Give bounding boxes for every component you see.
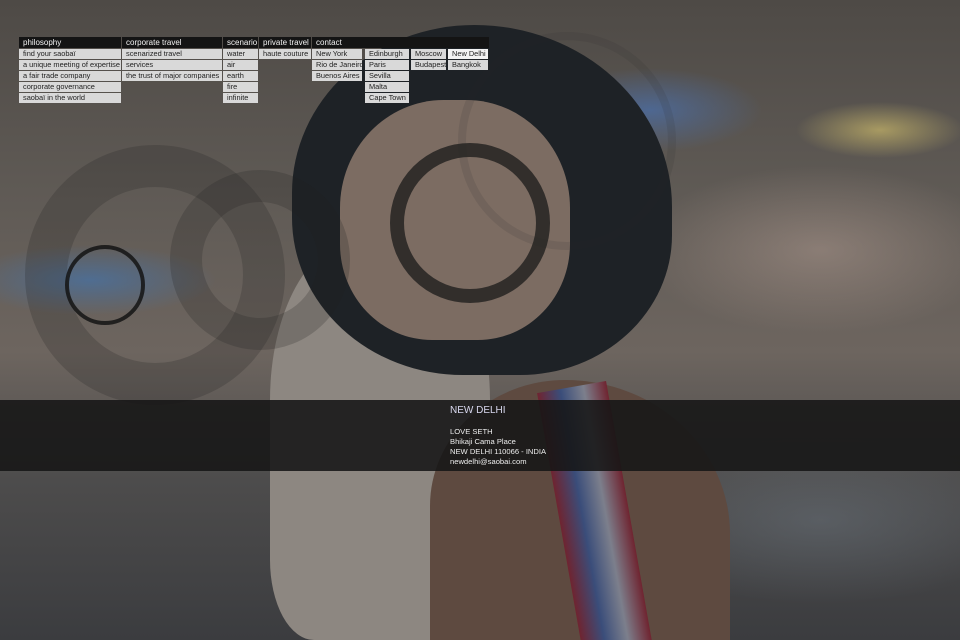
- menu-item-buenos-aires[interactable]: Buenos Aires: [312, 71, 362, 81]
- menu-header-scenario[interactable]: scenario: [223, 37, 258, 48]
- decorative-ring-small-left: [65, 245, 145, 325]
- menu-item-new-york[interactable]: New York: [312, 49, 362, 59]
- menu-item-find-your-saobai[interactable]: find your saobaï: [19, 49, 121, 59]
- menu-item-water[interactable]: water: [223, 49, 258, 59]
- menu-item-unique-meeting[interactable]: a unique meeting of expertise: [19, 60, 121, 70]
- menu-item-earth[interactable]: earth: [223, 71, 258, 81]
- menu-item-new-delhi[interactable]: New Delhi: [448, 49, 488, 59]
- contact-cities-column-4: New Delhi Bangkok: [448, 49, 488, 70]
- menu-item-budapest[interactable]: Budapest: [411, 60, 446, 70]
- contact-cities-column-2: Edinburgh Paris Sevilla Malta Cape Town: [365, 49, 409, 103]
- menu-item-sevilla[interactable]: Sevilla: [365, 71, 409, 81]
- menu-item-fair-trade[interactable]: a fair trade company: [19, 71, 121, 81]
- menu-item-services[interactable]: services: [122, 60, 222, 70]
- menu-item-fire[interactable]: fire: [223, 82, 258, 92]
- menu-header-private-travel[interactable]: private travel: [259, 37, 311, 48]
- menu-column-philosophy: philosophy find your saobaï a unique mee…: [19, 37, 121, 103]
- menu-item-haute-couture[interactable]: haute couture: [259, 49, 311, 59]
- contact-cities-column-1: New York Rio de Janeiro Buenos Aires: [312, 49, 364, 81]
- menu-item-rio-de-janeiro[interactable]: Rio de Janeiro: [312, 60, 364, 70]
- menu-item-air[interactable]: air: [223, 60, 258, 70]
- office-postal-address: NEW DELHI 110066 - INDIA: [450, 447, 547, 456]
- menu-item-scenarized-travel[interactable]: scenarized travel: [122, 49, 222, 59]
- menu-item-cape-town[interactable]: Cape Town: [365, 93, 409, 103]
- menu-item-bangkok[interactable]: Bangkok: [448, 60, 488, 70]
- office-email-link[interactable]: newdelhi@saobai.com: [450, 457, 527, 467]
- menu-item-paris[interactable]: Paris: [365, 60, 409, 70]
- office-street: Bhikaji Cama Place: [450, 437, 516, 446]
- menu-item-saobai-in-the-world[interactable]: saobaï in the world: [19, 93, 121, 103]
- menu-header-philosophy[interactable]: philosophy: [19, 37, 121, 48]
- decorative-ring-middle-left: [170, 170, 350, 350]
- menu-item-infinite[interactable]: infinite: [223, 93, 258, 103]
- contact-cities-column-3: Moscow Budapest: [411, 49, 446, 70]
- menu-header-contact[interactable]: contact: [312, 37, 489, 48]
- office-contact-name: LOVE SETH: [450, 427, 493, 436]
- menu-column-private-travel: private travel haute couture: [259, 37, 311, 59]
- menu-item-corporate-governance[interactable]: corporate governance: [19, 82, 121, 92]
- menu-column-scenario: scenario water air earth fire infinite: [223, 37, 258, 103]
- decorative-ring-faint: [458, 32, 676, 250]
- menu-header-corporate-travel[interactable]: corporate travel: [122, 37, 222, 48]
- menu-item-malta[interactable]: Malta: [365, 82, 409, 92]
- menu-item-trust-major-companies[interactable]: the trust of major companies: [122, 71, 222, 81]
- menu-column-corporate-travel: corporate travel scenarized travel servi…: [122, 37, 222, 81]
- office-city-title: NEW DELHI: [450, 405, 506, 416]
- menu-item-edinburgh[interactable]: Edinburgh: [365, 49, 409, 59]
- menu-item-moscow[interactable]: Moscow: [411, 49, 446, 59]
- menu-column-contact: contact: [312, 37, 489, 48]
